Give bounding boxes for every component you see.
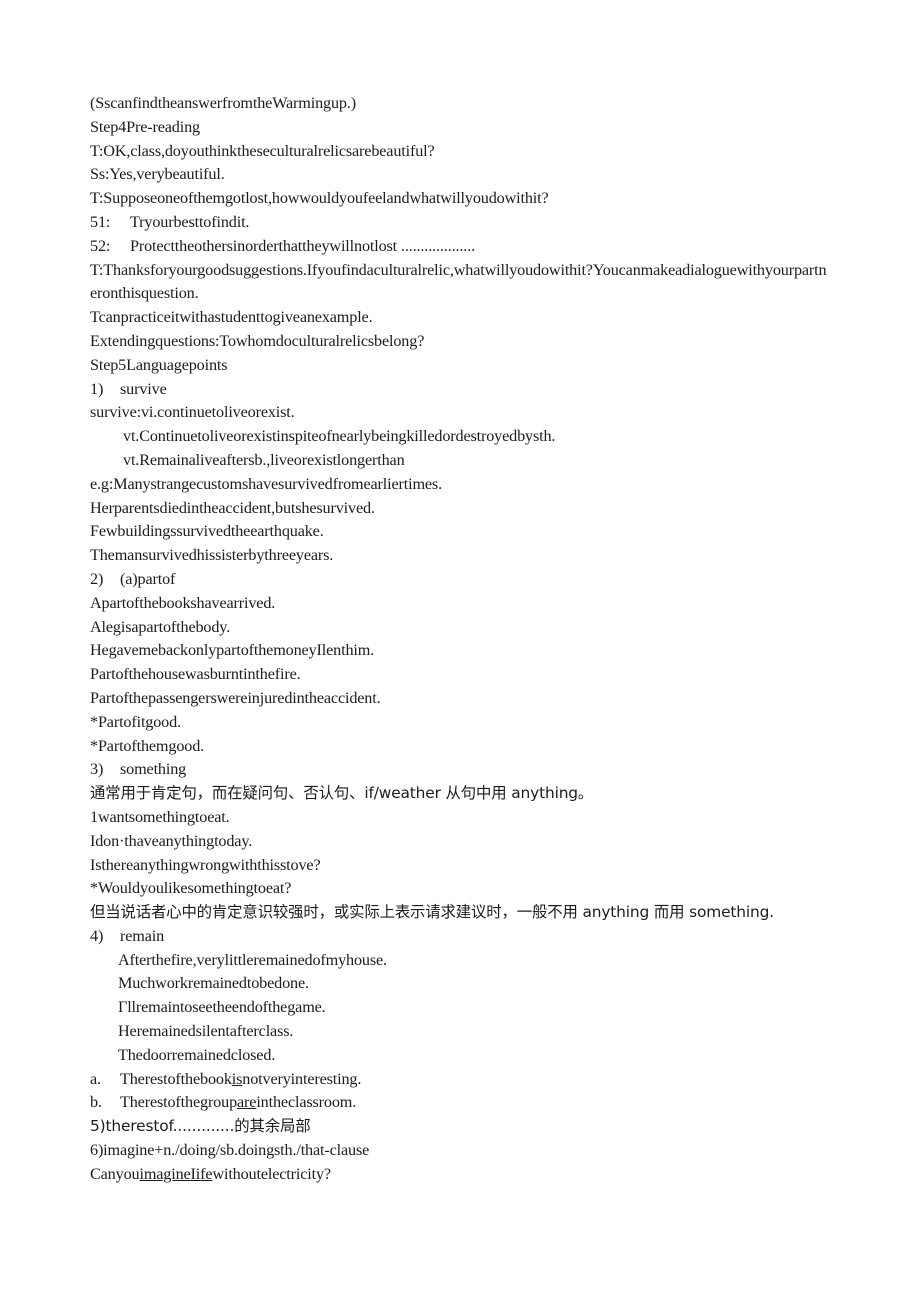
line-label: a. — [90, 1069, 101, 1088]
text-line: e.g:Manystrangecustomshavesurvivedfromea… — [90, 474, 442, 493]
line-text: Tryourbesttofindit. — [130, 212, 250, 231]
line-text: Therestofthebook — [120, 1069, 232, 1088]
numbered-line: 4) remain — [90, 925, 830, 949]
document-text-body: (SscanfindtheanswerfromtheWarmingup.) St… — [90, 92, 830, 1187]
underlined-word: imagineIife — [139, 1164, 213, 1183]
text-line: 1wantsomethingtoeat. — [90, 807, 230, 826]
heading-step-4: Step4Pre-reading — [90, 117, 200, 136]
text-paragraph: T:Thanksforyourgoodsuggestions.Ifyoufind… — [90, 260, 827, 303]
text-line: survive:vi.continuetoliveorexist. — [90, 403, 295, 422]
text-line: CanyouimagineIifewithoutelectricity? — [90, 1163, 830, 1187]
text-line: *Partofthemgood. — [90, 736, 205, 755]
lettered-line: b. Therestofthegroupareintheclassroom. — [90, 1091, 830, 1115]
numbered-line: 2) (a)partof — [90, 568, 830, 592]
text-line: Tcanpracticeitwithastudenttogiveanexampl… — [90, 308, 373, 327]
line-text: survive — [120, 379, 167, 398]
line-text: withoutelectricity? — [212, 1164, 331, 1183]
chinese-note-paragraph: 但当说话者心中的肯定意识较强时，或实际上表示请求建议时，一般不用 anythin… — [90, 903, 774, 922]
line-label: 52: — [90, 236, 111, 255]
underlined-word: is — [231, 1069, 243, 1088]
text-line: Afterthefire,verylittleremainedofmyhouse… — [118, 950, 387, 969]
text-line: Idon·thaveanythingtoday. — [90, 831, 253, 850]
text-line: Extendingquestions:Towhomdoculturalrelic… — [90, 331, 425, 350]
line-text: Protecttheothersinorderthattheywillnotlo… — [130, 236, 475, 255]
chinese-note-line: 通常用于肯定句，而在疑问句、否认句、if/weather 从句中用 anythi… — [90, 784, 594, 803]
text-line: Thedoorremainedclosed. — [118, 1045, 276, 1064]
text-line: Fewbuildingssurvivedtheearthquake. — [90, 522, 324, 541]
text-line: Partofthehousewasburntinthefire. — [90, 665, 301, 684]
line-label: 3) — [90, 760, 104, 779]
text-line: Themansurvivedhissisterbythreeyears. — [90, 546, 334, 565]
heading-step-5: Step5Languagepoints — [90, 355, 228, 374]
line-label: 4) — [90, 926, 104, 945]
text-line: Ss:Yes,verybeautiful. — [90, 165, 225, 184]
text-line: Isthereanythingwrongwiththisstove? — [90, 855, 321, 874]
line-label: 1) — [90, 379, 104, 398]
line-text: (a)partof — [120, 569, 176, 588]
line-text: Therestofthegroup — [120, 1093, 238, 1112]
text-line: Herparentsdiedintheaccident,butshesurviv… — [90, 498, 375, 517]
text-line: *Wouldyoulikesomethingtoeat? — [90, 879, 292, 898]
text-line: 5)therestof.............的其余局部 — [90, 1117, 311, 1136]
text-line: T:Supposeoneofthemgotlost,howwouldyoufee… — [90, 189, 549, 208]
text-line: Muchworkremainedtobedone. — [118, 974, 309, 993]
line-label: b. — [90, 1093, 102, 1112]
line-text: remain — [120, 926, 165, 945]
text-line: Heremainedsilentafterclass. — [118, 1022, 294, 1041]
line-text: Canyou — [90, 1164, 140, 1183]
text-line: Apartofthebookshavearrived. — [90, 593, 276, 612]
document-page: (SscanfindtheanswerfromtheWarmingup.) St… — [0, 0, 920, 1301]
text-line: HegavemebackonlypartofthemoneyIlenthim. — [90, 641, 375, 660]
text-line: T:OK,class,doyouthinktheseculturalrelics… — [90, 141, 435, 160]
text-line: vt.Continuetoliveorexistinspiteofnearlyb… — [123, 427, 556, 446]
line-text: something — [120, 760, 187, 779]
line-text: notveryinteresting. — [242, 1069, 362, 1088]
underlined-word: are — [237, 1093, 257, 1112]
line-text: intheclassroom. — [256, 1093, 357, 1112]
numbered-line: 3) something — [90, 758, 830, 782]
text-line: Alegisapartofthebody. — [90, 617, 231, 636]
text-line: Γllremaintoseetheendofthegame. — [118, 998, 326, 1017]
numbered-line: 52: Protecttheothersinorderthattheywillno… — [90, 235, 830, 259]
line-label: 2) — [90, 569, 104, 588]
text-line: (SscanfindtheanswerfromtheWarmingup.) — [90, 94, 357, 112]
numbered-line: 1) survive — [90, 378, 830, 402]
text-line: vt.Remainaliveaftersb.,liveorexistlonger… — [123, 450, 405, 469]
text-line: 6)imagine+n./doing/sb.doingsth./that-cla… — [90, 1141, 370, 1160]
text-line: Partofthepassengerswereinjuredintheaccid… — [90, 688, 381, 707]
lettered-line: a. Therestofthebookisnotveryinteresting. — [90, 1068, 830, 1092]
text-line: *Partofitgood. — [90, 712, 181, 731]
numbered-line: 51: Tryourbesttofindit. — [90, 211, 830, 235]
line-label: 51: — [90, 212, 111, 231]
